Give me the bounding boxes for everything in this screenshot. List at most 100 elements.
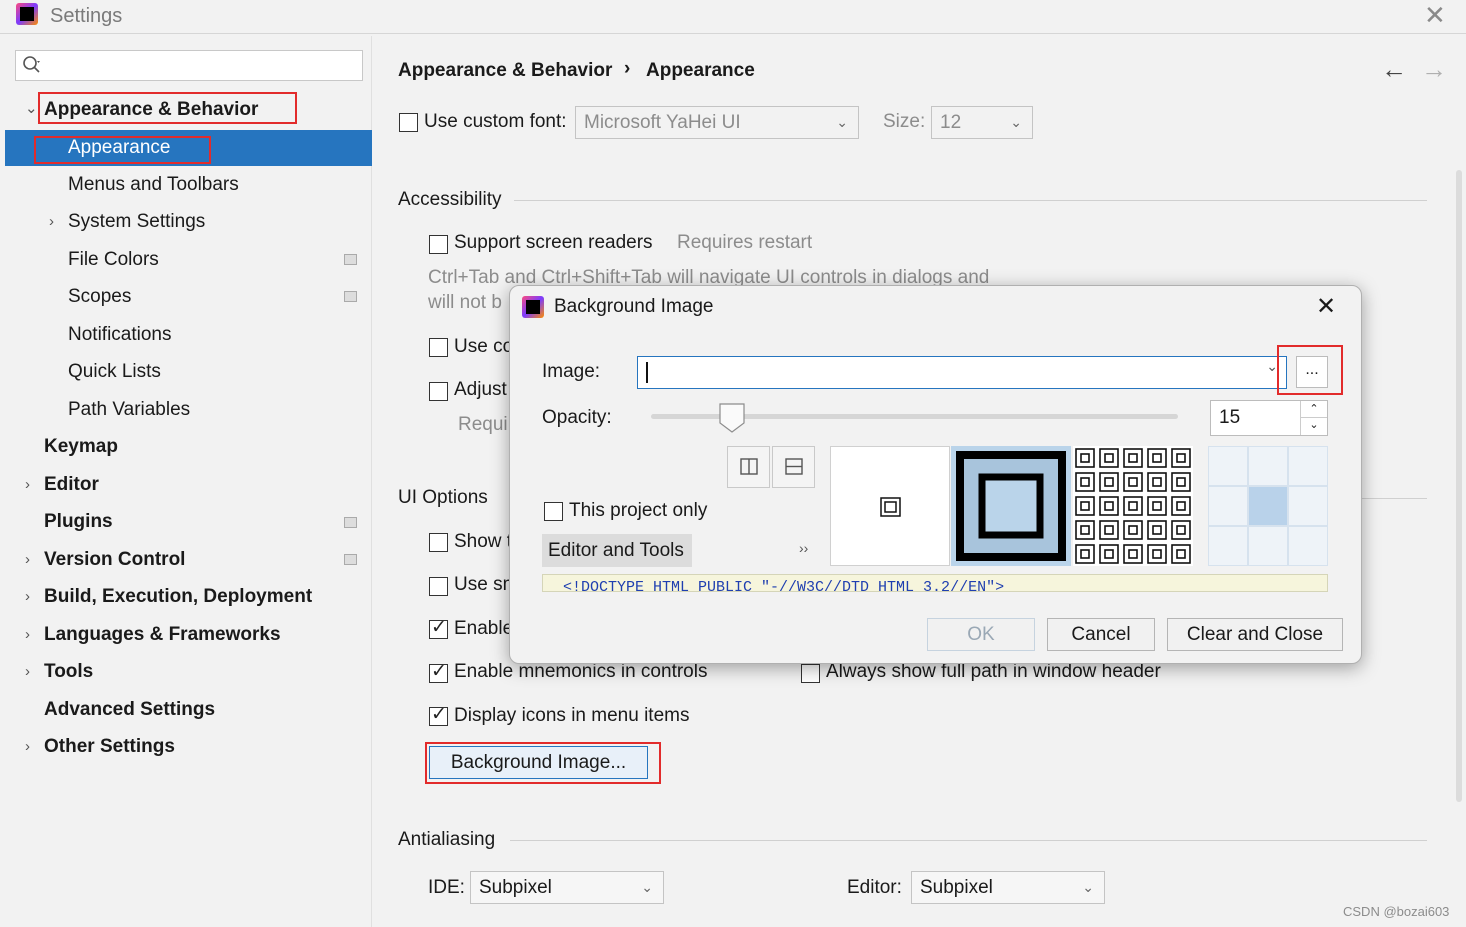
this-project-only-checkbox[interactable]	[544, 502, 563, 521]
sidebar-item-editor[interactable]: Editor	[44, 467, 99, 503]
tile-square-inner	[1176, 501, 1186, 511]
fill-mode-scale[interactable]	[951, 446, 1071, 566]
use-smaller-checkbox[interactable]	[429, 577, 448, 596]
full-path-checkbox[interactable]	[801, 664, 820, 683]
ide-label: IDE:	[428, 877, 465, 898]
chevron-right-icon[interactable]: ›	[49, 213, 54, 230]
tile-square-inner	[1080, 501, 1090, 511]
back-arrow-icon[interactable]: ←	[1381, 54, 1407, 85]
show-tree-label: Show t	[454, 531, 513, 552]
spinner-up-icon[interactable]: ⌃	[1300, 401, 1327, 418]
section-divider	[1360, 498, 1427, 499]
anchor-top-right[interactable]	[1288, 446, 1328, 486]
sidebar-item-file-colors[interactable]: File Colors	[68, 242, 159, 278]
anchor-bottom-right[interactable]	[1288, 526, 1328, 566]
anchor-top-left[interactable]	[1208, 446, 1248, 486]
opacity-spinner[interactable]: 15 ⌃ ⌄	[1210, 400, 1328, 436]
tile-square-inner	[1080, 477, 1090, 487]
split-horizontal-icon[interactable]	[772, 446, 815, 488]
more-tabs-icon[interactable]: ››	[799, 540, 808, 556]
tab-editor-and-tools[interactable]: Editor and Tools	[542, 534, 692, 567]
close-icon[interactable]: ✕	[1316, 292, 1336, 321]
chevron-right-icon[interactable]: ›	[25, 551, 30, 568]
adjust-colors-checkbox[interactable]	[429, 382, 448, 401]
ide-antialiasing-select[interactable]: Subpixel ⌄	[470, 871, 664, 904]
highlight-box	[34, 136, 211, 164]
sidebar-item-quick-lists[interactable]: Quick Lists	[68, 354, 161, 390]
title-bar	[0, 0, 1466, 34]
chevron-right-icon[interactable]: ›	[25, 626, 30, 643]
sidebar-item-other-settings[interactable]: Other Settings	[44, 729, 175, 765]
anchor-bottom-center[interactable]	[1248, 526, 1288, 566]
tile-square-inner	[1104, 477, 1114, 487]
sidebar-item-notifications[interactable]: Notifications	[68, 317, 172, 353]
sidebar-item-plugins[interactable]: Plugins	[44, 504, 113, 540]
anchor-center[interactable]	[1248, 486, 1288, 526]
tile-square-inner	[1104, 501, 1114, 511]
sidebar-item-path-variables[interactable]: Path Variables	[68, 392, 190, 428]
use-custom-font-checkbox[interactable]	[399, 113, 418, 132]
breadcrumb-parent[interactable]: Appearance & Behavior	[398, 60, 612, 82]
split-vertical-icon[interactable]	[727, 446, 770, 488]
fill-mode-tile[interactable]	[1073, 446, 1193, 566]
text-cursor	[646, 362, 648, 383]
spinner-down-icon[interactable]: ⌄	[1300, 418, 1327, 435]
anchor-bottom-left[interactable]	[1208, 526, 1248, 566]
chevron-down-icon[interactable]: ⌄	[25, 99, 38, 117]
chevron-right-icon[interactable]: ›	[25, 663, 30, 680]
enable-mnemonics-controls-checkbox[interactable]	[429, 660, 448, 683]
cancel-button[interactable]: Cancel	[1047, 618, 1155, 651]
chevron-right-icon[interactable]: ›	[25, 588, 30, 605]
project-level-icon	[344, 291, 357, 302]
highlight-box	[1277, 345, 1343, 395]
sidebar-item-menus-toolbars[interactable]: Menus and Toolbars	[68, 167, 239, 203]
full-path-label: Always show full path in window header	[826, 661, 1161, 682]
tile-square-inner	[1176, 453, 1186, 463]
chevron-right-icon[interactable]: ›	[25, 476, 30, 493]
sidebar-item-advanced-settings[interactable]: Advanced Settings	[44, 692, 215, 728]
project-level-icon	[344, 517, 357, 528]
sidebar-item-version-control[interactable]: Version Control	[44, 542, 185, 578]
close-icon[interactable]: ✕	[1424, 2, 1446, 28]
sidebar-item-languages-frameworks[interactable]: Languages & Frameworks	[44, 617, 281, 653]
tile-square-inner	[1128, 453, 1138, 463]
image-path-combo[interactable]: ⌄	[637, 356, 1287, 389]
sidebar-item-keymap[interactable]: Keymap	[44, 429, 118, 465]
font-size-value: 12	[940, 112, 962, 133]
anchor-top-center[interactable]	[1248, 446, 1288, 486]
scrollbar[interactable]	[1456, 170, 1462, 802]
ok-button[interactable]: OK	[927, 618, 1035, 651]
forward-arrow-icon[interactable]: →	[1421, 54, 1447, 85]
enable-mnemonics-menu-checkbox[interactable]	[429, 616, 448, 639]
anchor-middle-right[interactable]	[1288, 486, 1328, 526]
accessibility-description-2: will not b	[428, 292, 502, 313]
display-icons-checkbox[interactable]	[429, 703, 448, 726]
use-contrast-checkbox[interactable]	[429, 338, 448, 357]
tile-square-inner	[1176, 525, 1186, 535]
clear-and-close-button[interactable]: Clear and Close	[1167, 618, 1343, 651]
sidebar-item-tools[interactable]: Tools	[44, 654, 93, 690]
sidebar-item-build-execution-deployment[interactable]: Build, Execution, Deployment	[44, 579, 312, 615]
tile-square-inner	[1080, 453, 1090, 463]
tile-square-inner	[1080, 525, 1090, 535]
screen-readers-checkbox[interactable]	[429, 235, 448, 254]
anchor-middle-left[interactable]	[1208, 486, 1248, 526]
search-icon	[23, 56, 40, 73]
show-tree-checkbox[interactable]	[429, 533, 448, 552]
editor-antialiasing-select[interactable]: Subpixel ⌄	[911, 871, 1105, 904]
chevron-right-icon[interactable]: ›	[25, 738, 30, 755]
font-select[interactable]: Microsoft YaHei UI ⌄	[575, 106, 859, 139]
search-input[interactable]	[15, 50, 363, 81]
project-level-icon	[344, 554, 357, 565]
project-level-icon	[344, 254, 357, 265]
sidebar-item-system-settings[interactable]: System Settings	[68, 204, 205, 240]
use-contrast-label: Use co	[454, 336, 514, 357]
tile-square-inner	[1104, 525, 1114, 535]
fill-mode-plain[interactable]	[830, 446, 950, 566]
font-size-select[interactable]: 12 ⌄	[931, 106, 1033, 139]
sidebar-item-scopes[interactable]: Scopes	[68, 279, 131, 315]
editor-antialiasing-value: Subpixel	[920, 877, 993, 898]
requires-restart-hint: Requires restart	[677, 232, 813, 253]
opacity-slider-thumb[interactable]	[719, 403, 745, 433]
opacity-label: Opacity:	[542, 407, 612, 428]
